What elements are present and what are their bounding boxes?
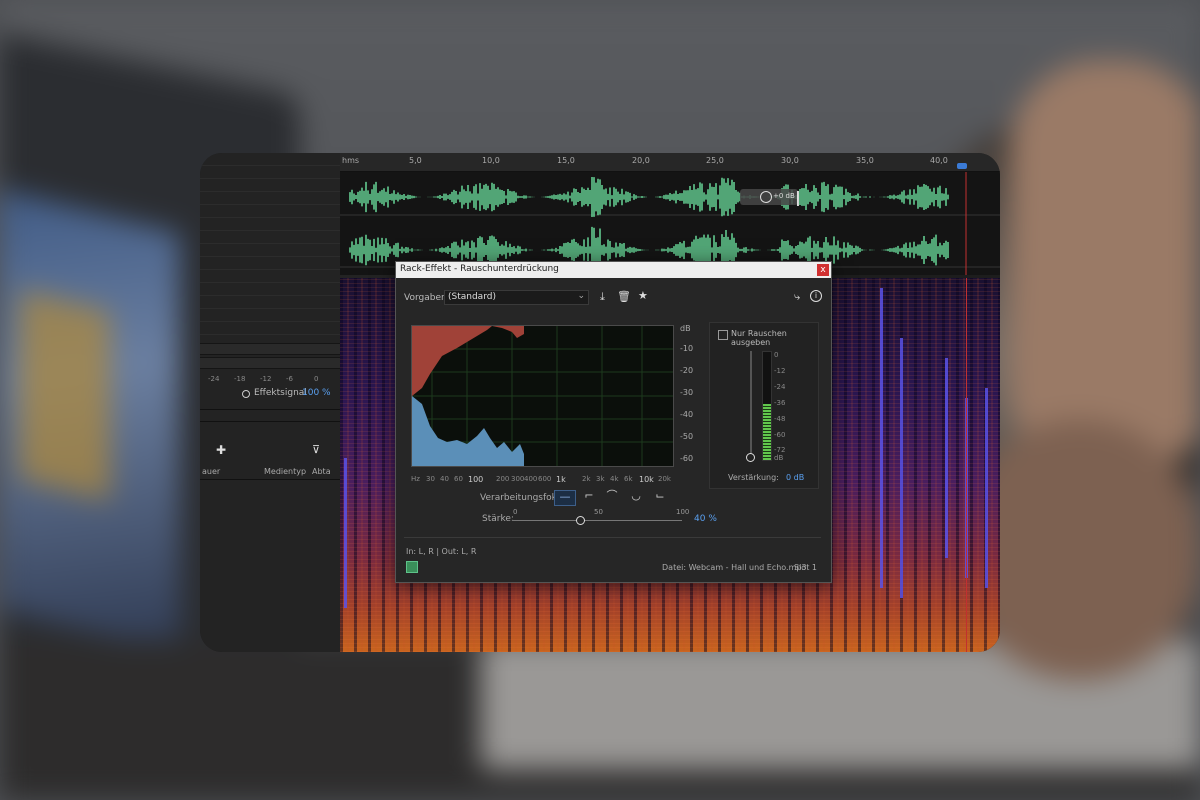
graph-hz-unit: Hz — [411, 475, 420, 483]
spectral-peak — [945, 358, 948, 558]
info-icon[interactable]: i — [810, 290, 822, 302]
meter-tick: -72 — [774, 446, 786, 454]
close-button[interactable]: x — [817, 264, 829, 276]
meter-tick: -36 — [774, 399, 786, 407]
meter-tick: -24 — [774, 383, 786, 391]
noise-only-checkbox[interactable] — [718, 330, 728, 340]
graph-hz-tick: 20k — [658, 475, 671, 483]
graph-hz-tick: 1k — [556, 475, 566, 484]
playhead-marker[interactable] — [957, 163, 967, 169]
signal-spectrum-area — [412, 396, 524, 466]
power-toggle-button[interactable] — [406, 561, 418, 573]
effekt-label: Effektsignal — [254, 388, 307, 398]
graph-db-tick: -40 — [680, 410, 694, 419]
trash-icon[interactable]: 🗑 — [617, 290, 631, 303]
add-media-icon[interactable]: ✚ — [216, 443, 226, 457]
meter-tick: -12 — [774, 367, 786, 375]
filter-icon[interactable]: ⊽ — [312, 443, 320, 456]
graph-hz-tick: 60 — [454, 475, 463, 483]
playhead-line — [966, 278, 967, 652]
preset-label: Vorgaben: — [404, 293, 450, 303]
chevron-down-icon: ⌄ — [577, 291, 585, 301]
waveform-svg — [340, 172, 1000, 275]
io-routing: In: L, R | Out: L, R — [406, 547, 477, 556]
text-cursor-icon: I — [795, 187, 801, 211]
slider-tick: 50 — [594, 508, 603, 516]
gain-slider-knob[interactable] — [746, 453, 755, 462]
spectral-peak — [880, 288, 883, 588]
slider-tick: 0 — [513, 508, 518, 516]
spectral-peak — [344, 458, 347, 608]
graph-hz-tick: 100 — [468, 475, 484, 484]
effekt-knob[interactable] — [242, 390, 250, 398]
meter-fill — [763, 403, 771, 460]
waveform-view[interactable]: +0 dB I — [340, 172, 1000, 275]
dialog-title: Rack-Effekt - Rauschunterdrückung — [400, 264, 559, 274]
graph-hz-tick: 40 — [440, 475, 449, 483]
staerke-label: Stärke: — [482, 514, 514, 524]
strength-value[interactable]: 40 % — [694, 514, 717, 524]
noise-profile-svg — [412, 326, 673, 466]
graph-db-tick: -60 — [680, 454, 694, 463]
volume-hud[interactable]: +0 dB — [740, 189, 798, 205]
focus-all-frequencies-button[interactable]: — — [554, 490, 576, 506]
effekt-value[interactable]: 100 % — [302, 388, 331, 398]
graph-hz-tick: 600 — [538, 475, 552, 483]
graph-db-tick: -30 — [680, 388, 694, 397]
gain-slider[interactable] — [750, 351, 752, 459]
graph-db-unit: dB — [680, 324, 691, 333]
focus-high-frequencies-button[interactable]: ⌙ — [650, 490, 670, 504]
graph-hz-tick: 6k — [624, 475, 633, 483]
save-preset-icon[interactable]: ⤓ — [600, 290, 605, 304]
noise-only-label: Nur Rauschen ausgeben — [731, 329, 787, 347]
meter-tick: 0 — [774, 351, 779, 359]
volume-knob-icon[interactable] — [760, 191, 772, 203]
graph-db-tick: -50 — [680, 432, 694, 441]
noise-reduction-dialog: Rack-Effekt - Rauschunterdrückung x Vorg… — [395, 261, 832, 583]
focus-high-low-button[interactable]: ◡ — [626, 490, 646, 504]
graph-hz-tick: 30 — [426, 475, 435, 483]
spectral-peak — [985, 388, 988, 588]
timeline-ruler[interactable]: hms 5,0 10,0 15,0 20,0 25,0 30,0 35,0 40… — [340, 153, 1000, 172]
preset-select[interactable]: (Standard) ⌄ — [444, 290, 589, 305]
routing-icon[interactable]: ⤷ — [794, 290, 800, 304]
dialog-title-bar[interactable]: Rack-Effekt - Rauschunterdrückung x — [396, 262, 831, 278]
strength-slider-knob[interactable] — [576, 516, 585, 525]
output-panel: Nur Rauschen ausgeben 0 -12 -24 -36 -48 … — [709, 322, 819, 489]
slot-label: Slot 1 — [794, 563, 817, 572]
preset-value: (Standard) — [448, 292, 496, 302]
graph-hz-tick: 2k — [582, 475, 591, 483]
graph-hz-tick: 400 — [524, 475, 538, 483]
star-icon[interactable]: ★ — [638, 289, 648, 302]
graph-hz-tick: 10k — [639, 475, 654, 484]
focus-mid-frequencies-button[interactable]: ⌒ — [602, 490, 622, 504]
spectral-peak — [900, 338, 903, 598]
graph-hz-tick: 4k — [610, 475, 619, 483]
meter-tick: -48 — [774, 415, 786, 423]
graph-db-tick: -10 — [680, 344, 694, 353]
strength-slider[interactable] — [512, 516, 682, 525]
file-name: Datei: Webcam - Hall und Echo.mp3 — [662, 563, 807, 572]
gain-value[interactable]: 0 dB — [786, 473, 804, 482]
slider-tick: 100 — [676, 508, 690, 516]
waveform-channel-left — [349, 177, 949, 217]
output-level-meter — [762, 351, 772, 461]
gain-label: Verstärkung: — [728, 473, 779, 482]
noise-threshold-area — [412, 326, 524, 396]
meter-tick: -60 — [774, 431, 786, 439]
focus-low-frequencies-button[interactable]: ⌐ — [579, 490, 599, 504]
graph-hz-tick: 300 — [511, 475, 525, 483]
graph-hz-tick: 3k — [596, 475, 605, 483]
graph-db-tick: -20 — [680, 366, 694, 375]
meter-unit: dB — [774, 454, 784, 462]
volume-hud-value: +0 dB — [773, 192, 795, 200]
dialog-divider — [404, 537, 821, 538]
graph-hz-tick: 200 — [496, 475, 510, 483]
noise-profile-graph[interactable] — [411, 325, 674, 467]
